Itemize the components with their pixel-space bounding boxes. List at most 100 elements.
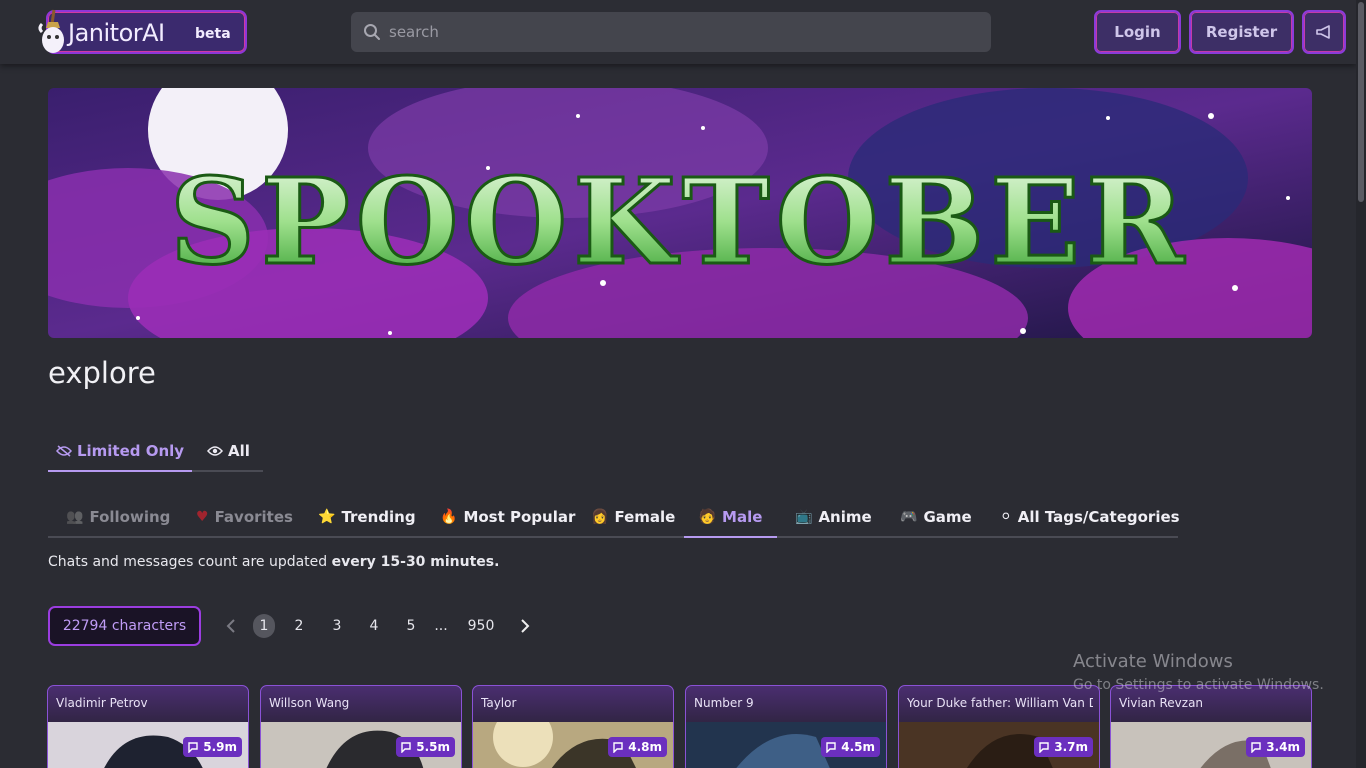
people-icon: 👥 [66,508,84,525]
tv-icon: 📺 [795,508,813,525]
gamepad-icon: 🎮 [900,508,918,525]
character-count-number: 22794 [62,618,108,634]
update-note-text: Chats and messages count are updated [48,554,332,570]
woman-icon: 👩 [591,508,609,525]
page-title: explore [48,356,156,390]
tab-limited-only[interactable]: Limited Only [48,432,192,472]
message-count-badge: 3.4m [1246,737,1305,757]
search-bar[interactable] [351,12,991,52]
beta-badge: beta [195,26,231,42]
top-bar: JanitorAI beta Login Register [0,0,1356,64]
message-count-badge: 4.5m [821,737,880,757]
message-count: 3.7m [1054,740,1088,754]
character-name: Your Duke father: William Van D [907,696,1093,710]
event-banner[interactable]: SPOOKTOBER [48,88,1312,338]
message-count: 5.9m [203,740,237,754]
message-count: 4.8m [628,740,662,754]
message-count-badge: 5.9m [183,737,242,757]
chat-icon [401,741,411,753]
message-count: 3.4m [1266,740,1300,754]
tab-anime-label: Anime [818,507,872,526]
search-icon [364,24,380,40]
character-count-badge: 22794 characters [48,606,201,646]
announcement-button[interactable] [1302,10,1346,54]
fire-icon: 🔥 [440,508,458,525]
update-note: Chats and messages count are updated eve… [48,554,499,570]
activation-watermark-subtitle: Go to Settings to activate Windows. [1073,677,1324,693]
message-count: 5.5m [416,740,450,754]
tab-all-tags-label: All Tags/Categories [1017,507,1180,526]
message-count: 4.5m [841,740,875,754]
page-3-button[interactable]: 3 [327,614,347,638]
tab-most-popular-label: Most Popular [463,507,576,526]
character-name: Taylor [481,696,517,710]
scrollbar-thumb[interactable] [1358,2,1364,202]
next-page-button[interactable] [516,614,534,638]
character-count-label: characters [111,618,187,634]
message-count-badge: 5.5m [396,737,455,757]
register-button[interactable]: Register [1189,10,1294,54]
tab-favorites-label: Favorites [214,507,293,526]
megaphone-icon [1316,25,1330,39]
chat-icon [826,741,836,753]
page-4-button[interactable]: 4 [364,614,384,638]
logo[interactable]: JanitorAI beta [38,9,247,54]
visibility-tabs: Limited Only All [48,432,263,472]
man-icon: 🧑 [698,508,717,525]
banner-art: SPOOKTOBER [48,88,1312,338]
tab-game[interactable]: 🎮 Game [900,497,972,536]
message-count-badge: 4.8m [608,737,667,757]
page-1-button[interactable]: 1 [253,614,275,638]
tab-game-label: Game [923,507,972,526]
tab-female[interactable]: 👩 Female [591,497,675,536]
update-note-emphasis: every 15-30 minutes. [331,554,500,570]
character-name: Vivian Revzan [1119,696,1204,710]
tab-female-label: Female [614,507,676,526]
character-card[interactable]: Vivian Revzan 3.4m [1110,685,1312,768]
tab-trending[interactable]: ⭐ Trending [318,497,416,536]
login-button[interactable]: Login [1094,10,1181,54]
mascot-icon [38,9,64,53]
tab-trending-label: Trending [341,507,416,526]
tab-following-label: Following [89,507,171,526]
character-name: Number 9 [694,696,754,710]
chat-icon [1039,741,1049,753]
character-name: Vladimir Petrov [56,696,148,710]
prev-page-button[interactable] [222,614,240,638]
activation-watermark-title: Activate Windows [1073,651,1233,672]
character-card[interactable]: Willson Wang 5.5m [260,685,462,768]
page-2-button[interactable]: 2 [289,614,309,638]
page-5-button[interactable]: 5 [401,614,421,638]
scrollbar[interactable] [1356,0,1366,768]
tab-male-label: Male [722,507,763,526]
search-input[interactable] [389,12,979,52]
tab-limited-only-label: Limited Only [76,442,185,460]
page-last-button[interactable]: 950 [463,614,499,638]
character-name: Willson Wang [269,696,350,710]
category-tabs: 👥 Following ♥ Favorites ⭐ Trending 🔥 Mos… [48,497,1180,538]
chevron-left-icon [226,619,235,633]
tab-male[interactable]: 🧑 Male [684,497,777,538]
message-count-badge: 3.7m [1034,737,1093,757]
star-icon: ⭐ [318,508,336,525]
chat-icon [613,741,623,753]
tab-anime[interactable]: 📺 Anime [795,497,872,536]
chat-icon [1251,741,1261,753]
character-card[interactable]: Vladimir Petrov 5.9m [47,685,249,768]
eye-slash-icon [55,445,72,457]
character-card[interactable]: Your Duke father: William Van D 3.7m [898,685,1100,768]
tab-most-popular[interactable]: 🔥 Most Popular [440,497,575,536]
banner-title: SPOOKTOBER [170,152,1190,291]
tab-all[interactable]: All [207,432,250,470]
tab-following[interactable]: 👥 Following [66,497,170,536]
heart-icon: ♥ [196,508,209,525]
pagination-ellipsis: ... [434,618,448,634]
character-card[interactable]: Number 9 4.5m [685,685,887,768]
chat-icon [188,741,198,753]
tab-all-tags[interactable]: ⚪ All Tags/Categories [1000,497,1180,536]
character-card[interactable]: Taylor 4.8m [472,685,674,768]
tab-favorites[interactable]: ♥ Favorites [196,497,293,536]
logo-text: JanitorAI [68,19,165,47]
chevron-right-icon [521,619,530,633]
circle-icon: ⚪ [1000,508,1012,525]
